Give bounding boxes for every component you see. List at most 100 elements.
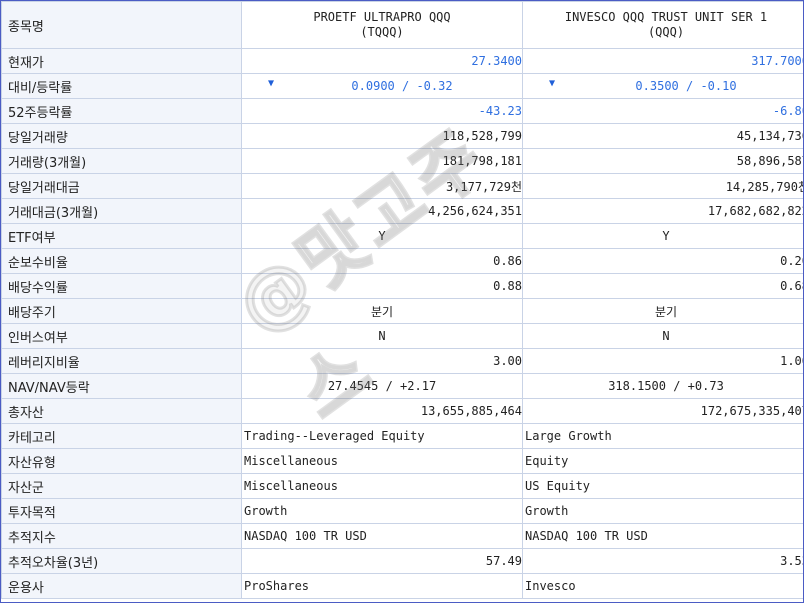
cell-value: 0.88 (241, 273, 523, 299)
table-header-row: 종목명 PROETF ULTRAPRO QQQ (TQQQ) INVESCO Q… (1, 1, 803, 49)
table-row: 순보수비율 0.86 0.20 (1, 248, 803, 274)
row-label: 순보수비율 (1, 248, 242, 274)
table-row: 현재가 27.3400 317.7000 (1, 48, 803, 74)
cell-value: 0.68 (522, 273, 803, 299)
cell-value: 58,896,587 (522, 148, 803, 174)
table-row: 추적지수 NASDAQ 100 TR USD NASDAQ 100 TR USD (1, 523, 803, 549)
table-row: 배당수익률 0.88 0.68 (1, 273, 803, 299)
table-row: 배당주기 분기 분기 (1, 298, 803, 324)
row-label: 추적지수 (1, 523, 242, 549)
table-row: 투자목적 Growth Growth (1, 498, 803, 524)
row-label: 종목명 (1, 1, 242, 49)
cell-value: US Equity (522, 473, 803, 499)
change-value: 0.0900 / -0.32 (351, 79, 453, 93)
cell-value: Invesco (522, 573, 803, 599)
cell-value: 45,134,736 (522, 123, 803, 149)
cell-value: Miscellaneous (241, 473, 523, 499)
fund-name: INVESCO QQQ TRUST UNIT SER 1 (564, 10, 768, 24)
cell-value: Trading--Leveraged Equity (241, 423, 523, 449)
table-row: 레버리지비율 3.00 1.00 (1, 348, 803, 374)
table-row: 운용사 ProShares Invesco (1, 573, 803, 599)
cell-value: 1.00 (522, 348, 803, 374)
cell-value: Miscellaneous (241, 448, 523, 474)
table-row: 총자산 13,655,885,464 172,675,335,407 (1, 398, 803, 424)
table-row: 인버스여부 N N (1, 323, 803, 349)
cell-value: 0.86 (241, 248, 523, 274)
cell-value: 4,256,624,351 (241, 198, 523, 224)
row-label: 인버스여부 (1, 323, 242, 349)
cell-value: N (522, 323, 803, 349)
table-row: NAV/NAV등락 27.4545 / +2.17 318.1500 / +0.… (1, 373, 803, 399)
row-label: 운용사 (1, 573, 242, 599)
cell-value: 181,798,181 (241, 148, 523, 174)
table-row: 거래량(3개월) 181,798,181 58,896,587 (1, 148, 803, 174)
row-label: 투자목적 (1, 498, 242, 524)
cell-value: 57.49 (241, 548, 523, 574)
cell-value: 3.53 (522, 548, 803, 574)
row-label: 자산군 (1, 473, 242, 499)
row-label: 카테고리 (1, 423, 242, 449)
cell-value: Large Growth (522, 423, 803, 449)
cell-change: ▼ 0.3500 / -0.10 (522, 73, 803, 99)
cell-value: Equity (522, 448, 803, 474)
row-label: 현재가 (1, 48, 242, 74)
table-row: 거래대금(3개월) 4,256,624,351 17,682,682,822 (1, 198, 803, 224)
table-row: 당일거래량 118,528,799 45,134,736 (1, 123, 803, 149)
down-arrow-icon: ▼ (268, 78, 275, 89)
cell-value: 3,177,729천 (241, 173, 523, 199)
cell-change: ▼ 0.0900 / -0.32 (241, 73, 523, 99)
cell-value: 분기 (241, 298, 523, 324)
cell-value: 14,285,790천 (522, 173, 803, 199)
table-row: 자산유형 Miscellaneous Equity (1, 448, 803, 474)
header-col-1[interactable]: PROETF ULTRAPRO QQQ (TQQQ) (241, 1, 523, 49)
cell-value: 13,655,885,464 (241, 398, 523, 424)
row-label: 거래대금(3개월) (1, 198, 242, 224)
comparison-panel: 종목명 PROETF ULTRAPRO QQQ (TQQQ) INVESCO Q… (0, 0, 804, 603)
fund-ticker: (QQQ) (647, 25, 685, 39)
row-label: NAV/NAV등락 (1, 373, 242, 399)
cell-value: N (241, 323, 523, 349)
fund-name: PROETF ULTRAPRO QQQ (313, 10, 451, 24)
table-row: ETF여부 Y Y (1, 223, 803, 249)
table-row: 당일거래대금 3,177,729천 14,285,790천 (1, 173, 803, 199)
cell-value: -43.23 (241, 98, 523, 124)
row-label: 추적오차율(3년) (1, 548, 242, 574)
change-value: 0.3500 / -0.10 (635, 79, 737, 93)
table-row: 카테고리 Trading--Leveraged Equity Large Gro… (1, 423, 803, 449)
cell-value: 3.00 (241, 348, 523, 374)
row-label: 당일거래대금 (1, 173, 242, 199)
row-label: 대비/등락률 (1, 73, 242, 99)
cell-value: 27.4545 / +2.17 (241, 373, 523, 399)
cell-value: NASDAQ 100 TR USD (241, 523, 523, 549)
cell-value: 0.20 (522, 248, 803, 274)
down-arrow-icon: ▼ (549, 78, 556, 89)
row-label: 배당주기 (1, 298, 242, 324)
row-label: ETF여부 (1, 223, 242, 249)
row-label: 자산유형 (1, 448, 242, 474)
cell-value: Growth (241, 498, 523, 524)
etf-comparison-table: 종목명 PROETF ULTRAPRO QQQ (TQQQ) INVESCO Q… (1, 1, 803, 599)
row-label: 레버리지비율 (1, 348, 242, 374)
table-row: 대비/등락률 ▼ 0.0900 / -0.32 ▼ 0.3500 / -0.10 (1, 73, 803, 99)
cell-value: ProShares (241, 573, 523, 599)
row-label: 총자산 (1, 398, 242, 424)
row-label: 배당수익률 (1, 273, 242, 299)
fund-ticker: (TQQQ) (360, 25, 404, 39)
row-label: 거래량(3개월) (1, 148, 242, 174)
cell-value: 분기 (522, 298, 803, 324)
header-col-2[interactable]: INVESCO QQQ TRUST UNIT SER 1 (QQQ) (522, 1, 803, 49)
table-row: 추적오차율(3년) 57.49 3.53 (1, 548, 803, 574)
row-label: 당일거래량 (1, 123, 242, 149)
cell-value: 172,675,335,407 (522, 398, 803, 424)
table-row: 자산군 Miscellaneous US Equity (1, 473, 803, 499)
cell-value: 17,682,682,822 (522, 198, 803, 224)
cell-value: Growth (522, 498, 803, 524)
table-row: 52주등락률 -43.23 -6.80 (1, 98, 803, 124)
cell-value: 318.1500 / +0.73 (522, 373, 803, 399)
cell-value: -6.80 (522, 98, 803, 124)
cell-value: 317.7000 (522, 48, 803, 74)
cell-value: 118,528,799 (241, 123, 523, 149)
cell-value: Y (241, 223, 523, 249)
cell-value: 27.3400 (241, 48, 523, 74)
row-label: 52주등락률 (1, 98, 242, 124)
